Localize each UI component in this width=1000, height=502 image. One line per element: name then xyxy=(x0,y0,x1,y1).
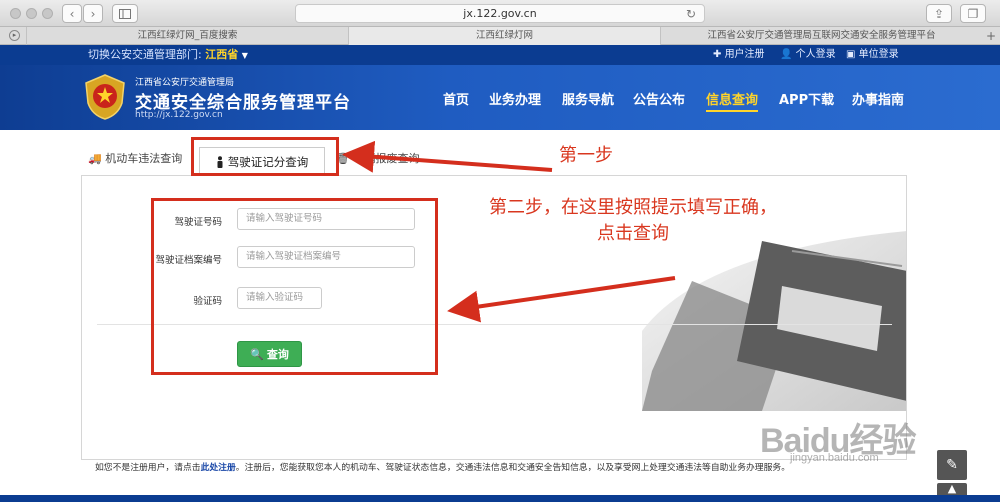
chevron-left-icon: ‹ xyxy=(69,6,75,21)
personal-login-link[interactable]: 👤 个人登录 xyxy=(780,45,836,65)
tab-label: 机动车违法查询 xyxy=(105,152,183,165)
address-bar[interactable]: jx.122.gov.cn ↻ xyxy=(295,4,705,23)
tab-vehicle-scrap[interactable]: 🗑 车辆报废查询 xyxy=(336,150,419,166)
user-icon: 👤 xyxy=(780,49,796,60)
step2-highlight-box xyxy=(151,198,438,375)
footnote-suffix: 。注册后，您能获取您本人的机动车、驾驶证状态信息，交通违法信息和交通安全告知信息… xyxy=(235,463,790,473)
nav-info-query[interactable]: 信息查询 xyxy=(706,89,759,112)
truck-icon: 🚚 xyxy=(88,152,102,165)
play-icon[interactable]: ▸ xyxy=(9,30,20,41)
nav-announcements[interactable]: 公告公布 xyxy=(633,89,685,108)
nav-service-guide[interactable]: 服务导航 xyxy=(562,89,614,108)
sidebar-button[interactable] xyxy=(112,4,138,23)
arrow-up-icon: ▲ xyxy=(947,482,957,495)
edit-icon: ✎ xyxy=(946,457,958,473)
plus-icon: ✚ xyxy=(713,49,725,60)
step1-annotation: 第一步 xyxy=(559,145,613,166)
share-button[interactable]: ⇪ xyxy=(926,4,952,23)
close-window-button[interactable] xyxy=(10,8,21,19)
building-icon: ▣ xyxy=(846,49,859,60)
register-label: 用户注册 xyxy=(724,49,765,60)
main-content: 🚚 机动车违法查询 驾驶证记分查询 🗑 车辆报废查询 驾驶证号码 请输入驾驶证号… xyxy=(0,130,1000,497)
nav-app-download[interactable]: APP下载 xyxy=(779,89,834,108)
tabs-icon: ❐ xyxy=(967,6,979,21)
region-value: 江西省 xyxy=(205,48,239,61)
nav-guide[interactable]: 办事指南 xyxy=(852,89,904,108)
sidebar-icon xyxy=(119,8,131,19)
register-here-link[interactable]: 此处注册 xyxy=(201,463,236,473)
address-text: jx.122.gov.cn xyxy=(463,7,537,20)
region-switcher[interactable]: 切换公安交通管理部门: 江西省 ▼ xyxy=(88,45,248,65)
region-label: 切换公安交通管理部门: xyxy=(88,48,202,61)
browser-tab[interactable]: 江西红绿灯网 xyxy=(348,27,660,45)
browser-tab-bar: ▸ 江西红绿灯网_百度搜索 江西红绿灯网 江西省公安厅交通管理局互联网交通安全服… xyxy=(0,27,1000,45)
browser-toolbar: ‹ › jx.122.gov.cn ↻ ⇪ ❐ xyxy=(0,0,1000,27)
tabs-overview-button[interactable]: ❐ xyxy=(960,4,986,23)
footer-bar xyxy=(0,495,1000,502)
company-login-link[interactable]: ▣ 单位登录 xyxy=(846,45,899,65)
share-icon: ⇪ xyxy=(933,6,945,21)
police-emblem-icon xyxy=(85,74,125,120)
site-topbar: 切换公安交通管理部门: 江西省 ▼ ✚ 用户注册 👤 个人登录 ▣ 单位登录 xyxy=(0,45,1000,65)
nav-home[interactable]: 首页 xyxy=(443,89,469,108)
minimize-window-button[interactable] xyxy=(26,8,37,19)
org-name: 江西省公安厅交通管理局 xyxy=(135,78,235,88)
back-button[interactable]: ‹ xyxy=(62,4,82,23)
edit-button[interactable]: ✎ xyxy=(937,450,967,480)
browser-tab[interactable]: 江西省公安厅交通管理局互联网交通安全服务管理平台 xyxy=(660,27,982,45)
forward-button[interactable]: › xyxy=(83,4,103,23)
site-url: http://jx.122.gov.cn xyxy=(135,110,223,120)
reload-icon[interactable]: ↻ xyxy=(686,6,696,23)
footnote-prefix: 如您不是注册用户，请点击 xyxy=(95,463,201,473)
tab-label: 车辆报废查询 xyxy=(353,152,420,165)
step1-highlight-box xyxy=(191,137,339,176)
zoom-window-button[interactable] xyxy=(42,8,53,19)
nav-business[interactable]: 业务办理 xyxy=(489,89,541,108)
tab-vehicle-violation[interactable]: 🚚 机动车违法查询 xyxy=(88,150,182,166)
chevron-right-icon: › xyxy=(90,6,96,21)
register-footnote: 如您不是注册用户，请点击此处注册。注册后，您能获取您本人的机动车、驾驶证状态信息… xyxy=(95,460,790,473)
baidu-watermark-url: jingyan.baidu.com xyxy=(790,452,879,464)
site-header: 江西省公安厅交通管理局 交通安全综合服务管理平台 http://jx.122.g… xyxy=(0,65,1000,130)
register-link[interactable]: ✚ 用户注册 xyxy=(713,45,765,65)
personal-login-label: 个人登录 xyxy=(795,49,836,60)
company-login-label: 单位登录 xyxy=(858,49,899,60)
browser-tab[interactable]: 江西红绿灯网_百度搜索 xyxy=(26,27,348,45)
step2-annotation: 第二步，在这里按照提示填写正确，点击查询 xyxy=(489,197,777,244)
new-tab-button[interactable]: + xyxy=(986,27,996,45)
caret-down-icon: ▼ xyxy=(241,51,248,60)
